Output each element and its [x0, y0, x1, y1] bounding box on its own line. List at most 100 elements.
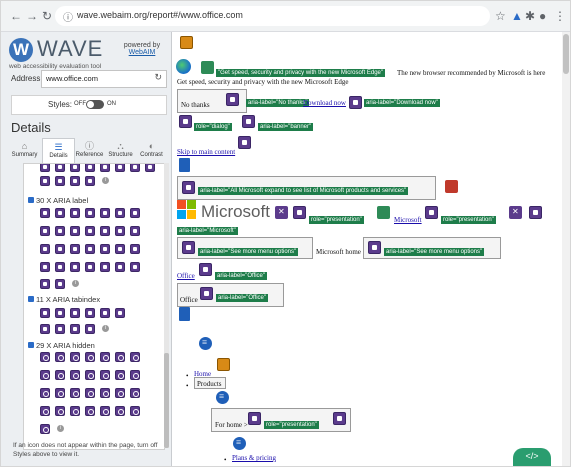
- aria-hidden-icon[interactable]: [100, 352, 110, 362]
- aria-icon[interactable]: [248, 412, 261, 425]
- aria-icon[interactable]: [130, 226, 140, 236]
- see-more-menu-button-2[interactable]: aria-label="See more menu options": [363, 237, 501, 259]
- menu-icon[interactable]: ⋮: [554, 9, 566, 23]
- panel-scrollbar[interactable]: [164, 163, 169, 448]
- aria-icon[interactable]: [55, 308, 65, 318]
- aria-icon[interactable]: [55, 324, 65, 334]
- aria-icon[interactable]: [333, 412, 346, 425]
- aria-hidden-icon[interactable]: [55, 388, 65, 398]
- aria-icon[interactable]: [70, 324, 80, 334]
- list-icon[interactable]: [199, 337, 212, 350]
- download-now-link[interactable]: Download now: [303, 99, 346, 107]
- aria-icon[interactable]: [55, 208, 65, 218]
- error-icon[interactable]: [445, 180, 458, 193]
- aria-hidden-icon[interactable]: [55, 370, 65, 380]
- aria-icon[interactable]: [100, 262, 110, 272]
- aria-icon[interactable]: [115, 208, 125, 218]
- aria-icon[interactable]: [100, 208, 110, 218]
- aria-icon[interactable]: [55, 262, 65, 272]
- info-icon[interactable]: i: [102, 177, 109, 184]
- aria-icon[interactable]: [40, 279, 50, 289]
- aria-icon[interactable]: [368, 241, 381, 254]
- aria-icon[interactable]: [70, 308, 80, 318]
- refresh-icon[interactable]: ↻: [154, 72, 162, 83]
- aria-hidden-icon[interactable]: [115, 388, 125, 398]
- aria-hidden-icon[interactable]: [40, 388, 50, 398]
- panel-scrollbar-thumb[interactable]: [164, 353, 169, 448]
- group-aria-label[interactable]: 30 X ARIA label: [28, 196, 88, 205]
- aria-hidden-icon[interactable]: [115, 370, 125, 380]
- aria-icon[interactable]: [40, 176, 50, 186]
- aria-icon[interactable]: [130, 208, 140, 218]
- aria-icon[interactable]: [115, 244, 125, 254]
- aria-icon[interactable]: [55, 164, 65, 172]
- aria-icon[interactable]: [349, 96, 362, 109]
- aria-icon[interactable]: [40, 164, 50, 172]
- tab-contrast[interactable]: ◐ Contrast: [136, 138, 167, 162]
- aria-icon[interactable]: [130, 262, 140, 272]
- account-icon[interactable]: ●: [539, 9, 546, 23]
- alert-icon[interactable]: [217, 358, 230, 371]
- aria-icon[interactable]: [200, 287, 213, 300]
- aria-icon[interactable]: [130, 244, 140, 254]
- for-home-button[interactable]: For home > role="presentation": [211, 408, 351, 432]
- aria-hidden-icon[interactable]: [70, 370, 80, 380]
- info-icon[interactable]: i: [102, 325, 109, 332]
- aria-icon[interactable]: [529, 206, 542, 219]
- aria-hidden-icon[interactable]: [100, 388, 110, 398]
- info-icon[interactable]: ⓘ: [63, 9, 73, 24]
- aria-icon[interactable]: [85, 244, 95, 254]
- aria-icon[interactable]: [115, 262, 125, 272]
- checkbox-icon[interactable]: [28, 342, 34, 348]
- tab-structure[interactable]: ⛬ Structure: [105, 138, 136, 162]
- aria-icon[interactable]: [100, 164, 110, 172]
- aria-icon[interactable]: [70, 262, 80, 272]
- address-input[interactable]: www.office.com ↻: [41, 70, 167, 88]
- aria-icon[interactable]: [226, 93, 239, 106]
- office-link[interactable]: Office: [177, 272, 195, 280]
- tab-reference[interactable]: ⓘ Reference: [74, 138, 105, 162]
- aria-hidden-icon[interactable]: [130, 370, 140, 380]
- extension-icon[interactable]: ✱: [525, 9, 535, 23]
- aria-icon[interactable]: [293, 206, 306, 219]
- aria-icon[interactable]: [40, 324, 50, 334]
- forward-icon[interactable]: →: [25, 9, 39, 23]
- aria-icon[interactable]: [100, 244, 110, 254]
- office-button[interactable]: Office aria-label="Office": [177, 283, 284, 307]
- aria-icon[interactable]: [55, 176, 65, 186]
- aria-hidden-icon[interactable]: [55, 352, 65, 362]
- checkbox-icon[interactable]: [28, 197, 34, 203]
- aria-hidden-icon[interactable]: [40, 352, 50, 362]
- aria-hidden-icon[interactable]: [85, 352, 95, 362]
- aria-icon[interactable]: [70, 244, 80, 254]
- styles-toggle[interactable]: [86, 100, 104, 109]
- aria-hidden-icon[interactable]: [70, 352, 80, 362]
- aria-hidden-icon[interactable]: [275, 206, 288, 219]
- aria-icon[interactable]: [40, 208, 50, 218]
- reload-icon[interactable]: ↻: [40, 9, 54, 23]
- aria-hidden-icon[interactable]: [85, 388, 95, 398]
- aria-hidden-icon[interactable]: [100, 406, 110, 416]
- feature-icon[interactable]: [201, 61, 214, 74]
- aria-icon[interactable]: [40, 262, 50, 272]
- aria-icon[interactable]: [115, 164, 125, 172]
- feature-icon[interactable]: [377, 206, 390, 219]
- aria-icon[interactable]: [179, 115, 192, 128]
- aria-icon[interactable]: [100, 226, 110, 236]
- aria-hidden-icon[interactable]: [40, 406, 50, 416]
- aria-icon[interactable]: [70, 208, 80, 218]
- aria-hidden-icon[interactable]: [85, 370, 95, 380]
- aria-icon[interactable]: [55, 279, 65, 289]
- aria-icon[interactable]: [85, 208, 95, 218]
- aria-icon[interactable]: [182, 241, 195, 254]
- list-icon[interactable]: [216, 391, 229, 404]
- aria-icon[interactable]: [115, 226, 125, 236]
- group-aria-hidden[interactable]: 29 X ARIA hidden: [28, 341, 95, 350]
- aria-icon[interactable]: [242, 115, 255, 128]
- aria-icon[interactable]: [40, 308, 50, 318]
- aria-icon[interactable]: [70, 226, 80, 236]
- aria-hidden-icon[interactable]: [55, 406, 65, 416]
- plans-link[interactable]: Plans & pricing: [232, 454, 276, 462]
- aria-icon[interactable]: [70, 176, 80, 186]
- aria-hidden-icon[interactable]: [70, 388, 80, 398]
